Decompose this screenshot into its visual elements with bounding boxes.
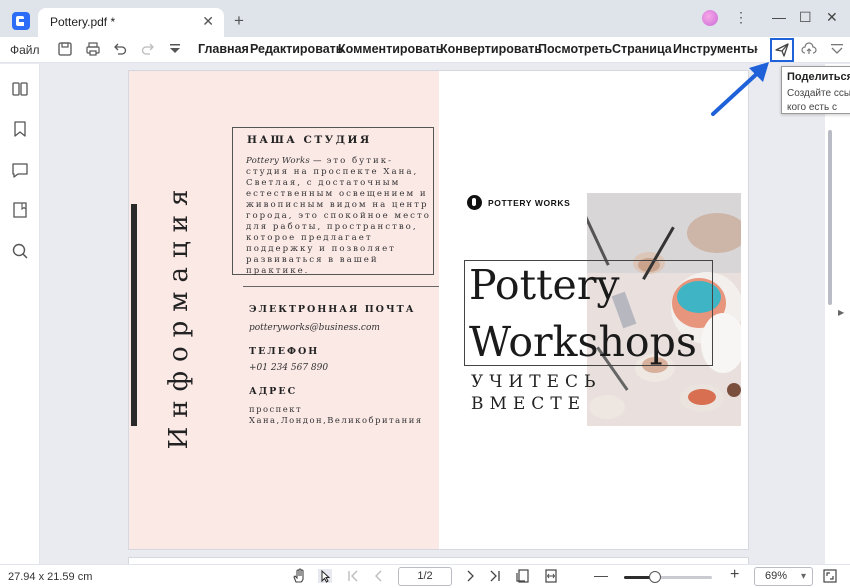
vertical-title: Информация: [164, 180, 194, 450]
attachment-page-icon[interactable]: [11, 201, 29, 219]
select-tool-icon[interactable]: [317, 568, 333, 584]
hero-line-2: Workshops: [469, 318, 697, 366]
new-tab-icon[interactable]: +: [234, 11, 244, 31]
share-tooltip: Поделиться Создайте ссы у кого есть с: [781, 66, 850, 114]
menu-home[interactable]: Главная: [198, 42, 249, 56]
pdf-page: Информация НАША СТУДИЯ Pottery Works — э…: [129, 71, 748, 549]
search-icon[interactable]: [11, 242, 29, 260]
page-number-input[interactable]: 1/2: [398, 567, 452, 586]
phone-heading: ТЕЛЕФОН: [249, 346, 320, 357]
zoom-slider-knob[interactable]: [648, 571, 661, 583]
close-tab-icon[interactable]: ✕: [202, 13, 214, 30]
zoom-select[interactable]: 69%: [754, 567, 813, 586]
page-size: 27.94 x 21.59 cm: [8, 571, 93, 583]
left-sidebar: [0, 64, 40, 564]
studio-text: Pottery Works — это бутик-студия на прос…: [246, 156, 431, 277]
annotation-arrow-icon: [711, 62, 769, 116]
tagline-line-2: ВМЕСТЕ: [471, 394, 587, 414]
email-value: potteryworks@business.com: [249, 323, 380, 333]
pottery-logo-icon: [467, 195, 482, 210]
decorative-bar: [131, 204, 137, 426]
collapse-ribbon-icon[interactable]: [829, 41, 845, 57]
title-bar: Pottery.pdf * ✕ + ⋮ — ☐ ✕: [0, 0, 850, 37]
zoom-slider[interactable]: [624, 571, 712, 583]
zoom-out-icon[interactable]: —: [594, 567, 610, 583]
pdf-editor-window: Pottery.pdf * ✕ + ⋮ — ☐ ✕ Файл Главная Р…: [0, 0, 850, 588]
fit-width-icon[interactable]: [543, 568, 559, 584]
minimize-icon[interactable]: —: [772, 9, 786, 25]
phone-value: +01 234 567 890: [249, 363, 329, 373]
studio-box: НАША СТУДИЯ Pottery Works — это бутик-ст…: [232, 127, 434, 277]
tooltip-body: Создайте ссы у кого есть с: [787, 88, 850, 113]
app-logo-icon: [12, 12, 30, 30]
undo-icon[interactable]: [112, 41, 128, 57]
address-heading: АДРЕС: [249, 386, 298, 397]
address-value: проспект Хана,Лондон,Великобритания: [249, 404, 423, 425]
status-bar: 27.94 x 21.59 cm 1/2 — + 69%: [0, 564, 850, 588]
thumbnails-icon[interactable]: [11, 80, 29, 98]
studio-body: это бутик-студия на проспекте Хана, Свет…: [246, 156, 431, 276]
tooltip-title: Поделиться: [787, 71, 850, 83]
menu-tools[interactable]: Инструменты: [673, 42, 757, 56]
tab-pottery-pdf[interactable]: Pottery.pdf * ✕: [38, 8, 224, 37]
maximize-icon[interactable]: ☐: [799, 9, 812, 26]
cloud-upload-icon[interactable]: [801, 41, 817, 57]
close-window-icon[interactable]: ✕: [826, 9, 838, 26]
hero-line-1: Pottery: [469, 261, 620, 309]
share-send-icon: [775, 43, 789, 57]
quick-access-dropdown-icon[interactable]: [167, 41, 183, 57]
info-panel: Информация НАША СТУДИЯ Pottery Works — э…: [129, 71, 439, 549]
tagline-line-1: УЧИТЕСЬ: [471, 372, 602, 392]
save-icon[interactable]: [57, 41, 73, 57]
expand-right-panel-arrow-icon[interactable]: ▶: [838, 308, 844, 317]
studio-lead: Pottery Works —: [246, 156, 322, 166]
studio-heading: НАША СТУДИЯ: [247, 134, 372, 146]
fullscreen-icon[interactable]: [822, 568, 838, 584]
document-viewport: Информация НАША СТУДИЯ Pottery Works — э…: [40, 64, 825, 570]
print-icon[interactable]: [85, 41, 101, 57]
divider: [243, 286, 439, 287]
brand-name: POTTERY WORKS: [488, 197, 571, 208]
menu-view[interactable]: Посмотреть: [538, 42, 612, 56]
avatar[interactable]: [702, 10, 718, 26]
scrollbar-thumb[interactable]: [828, 130, 832, 305]
fit-page-icon[interactable]: [515, 568, 531, 584]
last-page-icon[interactable]: [487, 568, 503, 584]
tab-title: Pottery.pdf *: [50, 15, 116, 29]
next-page-icon[interactable]: [462, 568, 478, 584]
brand: POTTERY WORKS: [467, 195, 570, 210]
menu-page[interactable]: Страница: [612, 42, 672, 56]
menu-comment[interactable]: Комментировать: [338, 42, 443, 56]
redo-icon[interactable]: [140, 41, 156, 57]
previous-page-icon[interactable]: [371, 568, 387, 584]
menu-more-chevron-icon[interactable]: ›: [754, 42, 758, 56]
zoom-in-icon[interactable]: +: [730, 566, 746, 583]
comment-icon[interactable]: [11, 161, 29, 179]
hand-tool-icon[interactable]: [291, 568, 307, 584]
more-options-icon[interactable]: ⋮: [734, 9, 748, 26]
menu-edit[interactable]: Редактировать: [250, 42, 343, 56]
file-menu[interactable]: Файл: [10, 43, 40, 57]
menu-convert[interactable]: Конвертировать: [440, 42, 542, 56]
first-page-icon[interactable]: [345, 568, 361, 584]
bookmark-icon[interactable]: [11, 120, 29, 138]
email-heading: ЭЛЕКТРОННАЯ ПОЧТА: [249, 304, 416, 315]
